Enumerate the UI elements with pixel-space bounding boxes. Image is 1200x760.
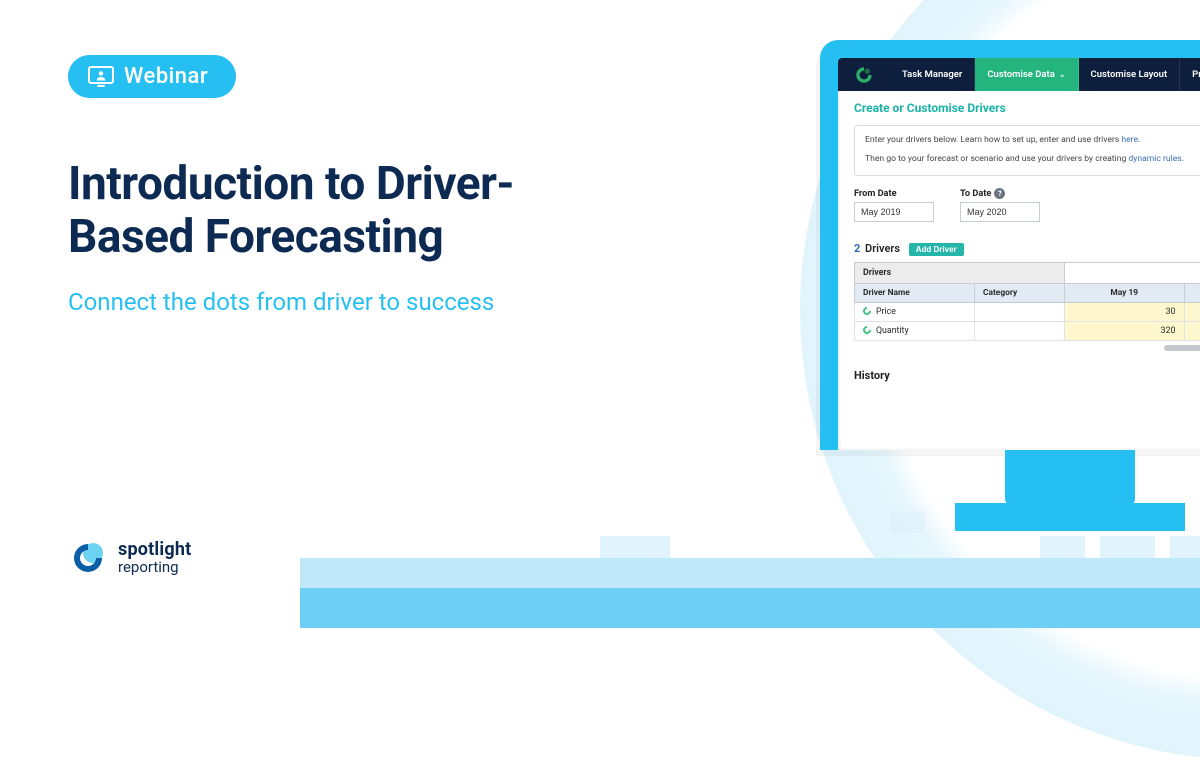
promo-subtitle: Connect the dots from driver to success	[68, 286, 548, 318]
app-nav: Task Manager Customise Data ⌄ Customise L…	[838, 58, 1200, 91]
help-icon[interactable]: ?	[994, 188, 1005, 199]
webinar-icon	[88, 66, 114, 88]
desk-decor	[1100, 536, 1155, 558]
tab-task-manager[interactable]: Task Manager	[890, 58, 975, 91]
from-date-label: From Date	[854, 188, 934, 199]
webinar-badge-text: Webinar	[124, 64, 208, 89]
cell-driver-name: Price	[876, 307, 896, 317]
tab-label: Task Manager	[902, 69, 962, 80]
history-heading: History	[854, 369, 1200, 382]
info-text: .	[1138, 135, 1140, 145]
cell-value[interactable]: 30	[1184, 302, 1200, 321]
app-screen: Task Manager Customise Data ⌄ Customise L…	[838, 58, 1200, 450]
desk-illustration	[300, 558, 1200, 628]
info-text: .	[1182, 154, 1184, 164]
chevron-down-icon: ⌄	[1059, 70, 1066, 79]
col-month: Jun 19	[1184, 283, 1200, 302]
tab-label: Preview	[1192, 69, 1200, 80]
cell-value[interactable]: 30	[1065, 302, 1185, 321]
add-driver-button[interactable]: Add Driver	[909, 243, 964, 256]
col-driver-name: Driver Name	[855, 283, 975, 302]
page-title: Create or Customise Drivers	[854, 101, 1200, 115]
info-link-here[interactable]: here	[1121, 135, 1138, 145]
driver-row-icon	[861, 306, 872, 317]
brand-name-line2: reporting	[118, 560, 191, 576]
promo-title: Introduction to Driver-Based Forecasting	[68, 158, 548, 264]
drivers-heading: 2 Drivers Add Driver	[854, 242, 1200, 256]
driver-row-icon	[861, 325, 872, 336]
info-panel: Enter your drivers below. Learn how to s…	[854, 125, 1200, 176]
to-date-label: To Date?	[960, 188, 1040, 199]
monitor-base	[955, 503, 1185, 531]
monitor: Task Manager Customise Data ⌄ Customise L…	[820, 40, 1200, 533]
app-logo-icon	[838, 58, 890, 91]
tab-label: Customise Layout	[1091, 69, 1168, 80]
desk-decor	[600, 536, 670, 558]
tab-customise-data[interactable]: Customise Data ⌄	[975, 58, 1078, 91]
from-date-input[interactable]	[854, 202, 934, 222]
spotlight-logo-icon	[68, 538, 108, 578]
tab-customise-layout[interactable]: Customise Layout	[1079, 58, 1181, 91]
brand-name-line1: spotlight	[118, 541, 191, 560]
desk-decor	[1170, 536, 1200, 558]
to-date-input[interactable]	[960, 202, 1040, 222]
drivers-label: Drivers	[865, 242, 900, 255]
horizontal-scrollbar[interactable]	[1164, 345, 1200, 351]
cell-value[interactable]: 320	[1065, 321, 1185, 340]
info-text: Enter your drivers below. Learn how to s…	[865, 135, 1121, 145]
webinar-badge: Webinar	[68, 55, 236, 98]
tab-preview[interactable]: Preview	[1180, 58, 1200, 91]
table-group-header: Drivers	[855, 262, 1065, 283]
cell-category[interactable]	[975, 321, 1065, 340]
tab-label: Customise Data	[987, 69, 1055, 80]
cell-value[interactable]: 320	[1184, 321, 1200, 340]
info-link-dynamic-rules[interactable]: dynamic rules	[1128, 154, 1181, 164]
brand-logo: spotlight reporting	[68, 538, 191, 578]
col-category: Category	[975, 283, 1065, 302]
table-row[interactable]: Quantity 320 320	[855, 321, 1200, 340]
drivers-count: 2	[854, 242, 860, 255]
col-month: May 19	[1065, 283, 1185, 302]
monitor-stand	[1005, 450, 1135, 505]
drivers-table: Drivers Driver Name Category May 19 Jun …	[854, 262, 1200, 341]
desk-decor	[1040, 536, 1085, 558]
cell-category[interactable]	[975, 302, 1065, 321]
table-row[interactable]: Price 30 30	[855, 302, 1200, 321]
cell-driver-name: Quantity	[876, 326, 909, 336]
info-text: Then go to your forecast or scenario and…	[865, 154, 1128, 164]
